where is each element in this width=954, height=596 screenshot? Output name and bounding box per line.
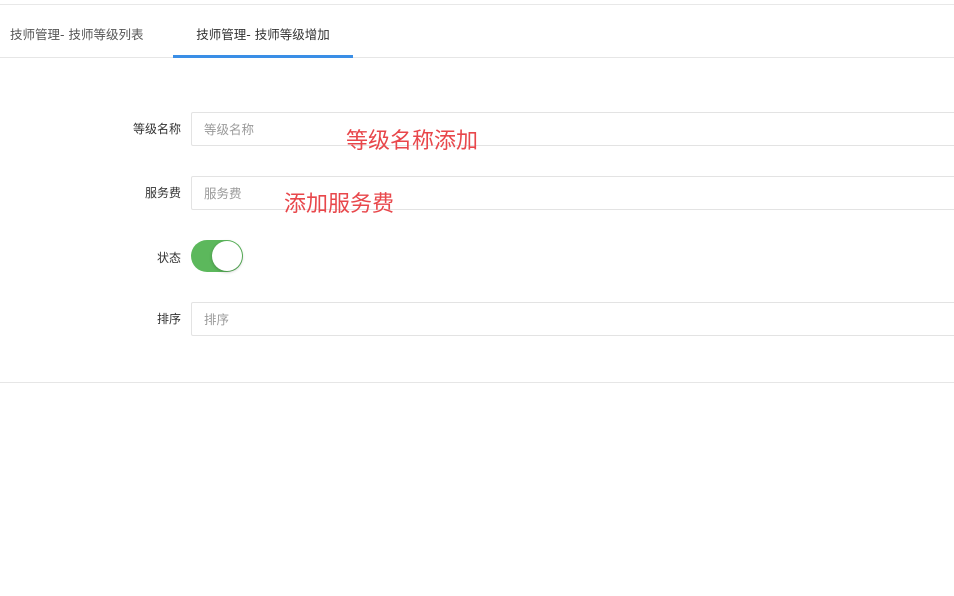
service-fee-label: 服务费 — [144, 186, 181, 200]
toggle-knob — [212, 241, 242, 271]
status-label: 状态 — [156, 251, 181, 265]
tab-level-list[interactable]: 技师管理- 技师等级列表 — [10, 5, 143, 57]
tab-level-add[interactable]: 技师管理- 技师等级增加 — [173, 5, 353, 58]
sort-input[interactable] — [191, 302, 954, 336]
status-toggle[interactable] — [191, 240, 243, 272]
tab-bar: 技师管理- 技师等级列表 技师管理- 技师等级增加 — [0, 5, 954, 58]
form-row-status: 状态 — [0, 240, 954, 274]
form-row-sort: 排序 — [0, 302, 954, 336]
sort-label: 排序 — [156, 312, 181, 326]
form-row-service-fee: 服务费 — [0, 176, 954, 210]
level-name-label: 等级名称 — [132, 122, 181, 136]
service-fee-input[interactable] — [191, 176, 954, 210]
level-name-input[interactable] — [191, 112, 954, 146]
form-row-level-name: 等级名称 — [0, 112, 954, 146]
panel-bottom-divider — [0, 382, 954, 383]
